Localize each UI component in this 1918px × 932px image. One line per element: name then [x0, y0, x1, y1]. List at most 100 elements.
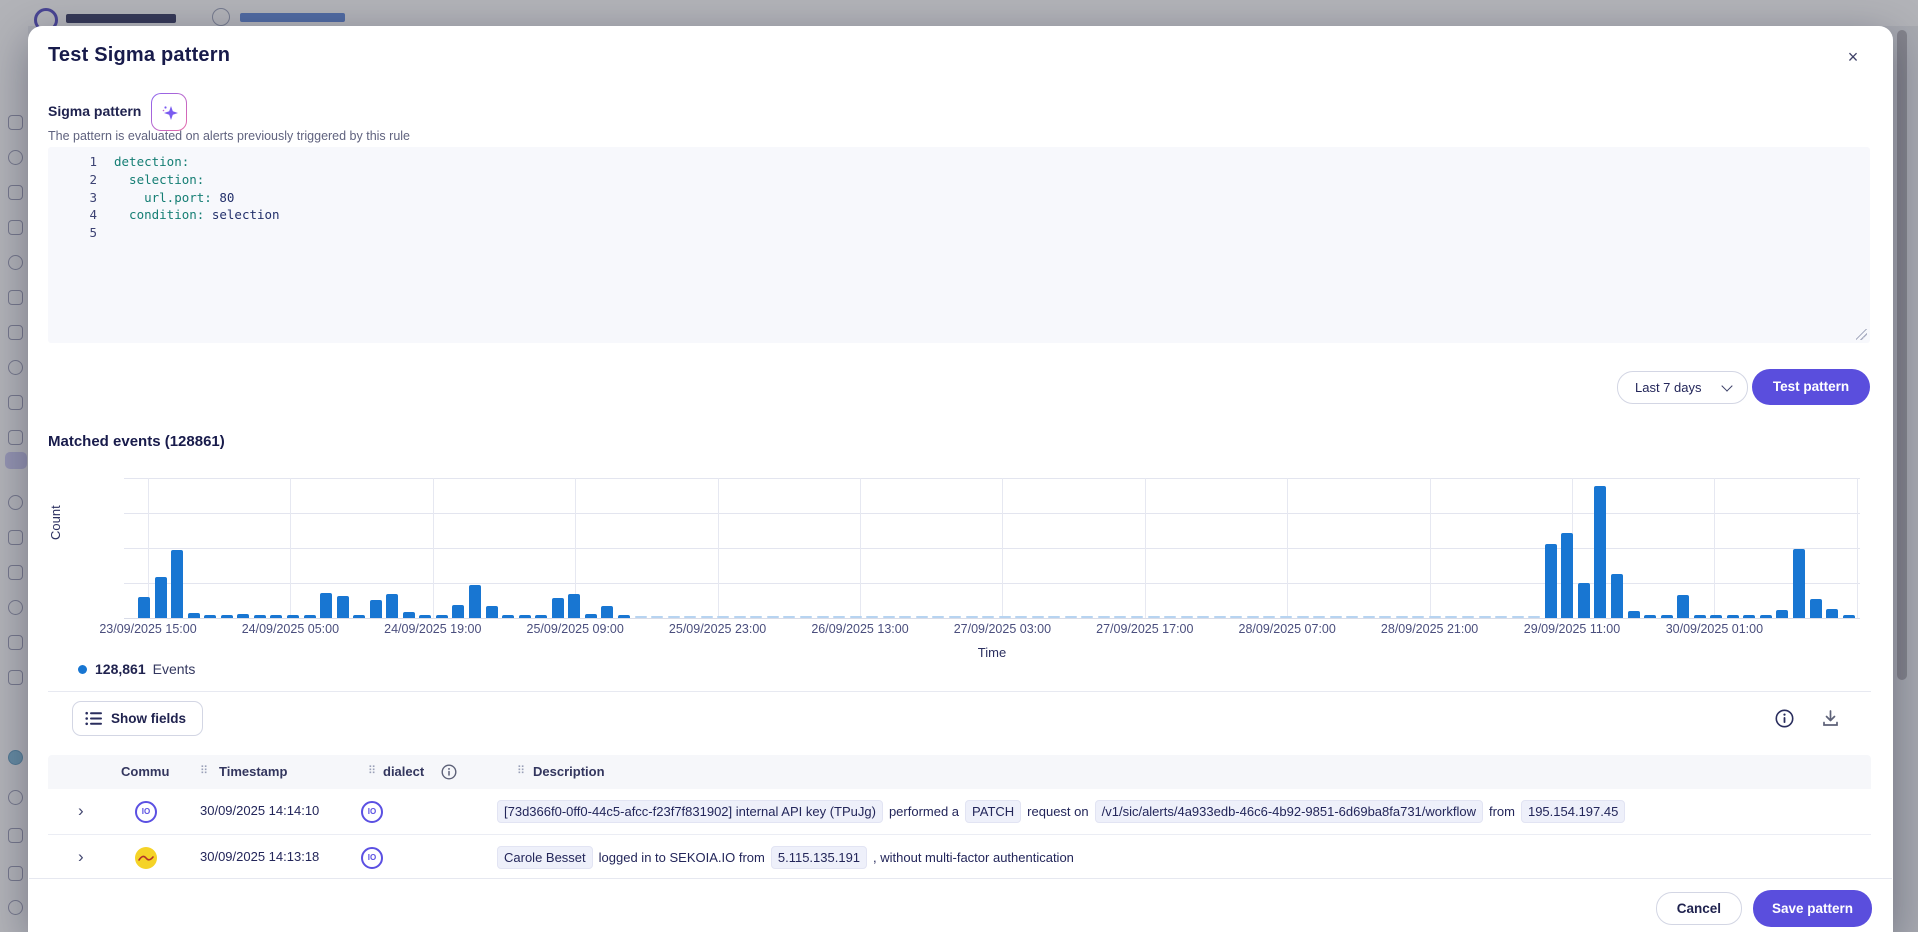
description-text: , without multi-factor authentication — [873, 850, 1074, 865]
sekoia-io-logo-icon: IO — [361, 801, 383, 823]
chart-bar — [1594, 486, 1606, 618]
chart-bar — [1164, 616, 1176, 619]
y-axis-label: Count — [48, 505, 63, 540]
close-icon[interactable]: × — [1841, 45, 1865, 69]
download-button[interactable] — [1821, 709, 1841, 729]
chart-bar — [270, 615, 282, 618]
chart-bar — [1396, 616, 1408, 619]
chart-bar — [635, 616, 647, 619]
chart-bar — [1412, 616, 1424, 619]
chart-bar — [1561, 533, 1573, 618]
chart-bar — [535, 615, 547, 618]
chart-bar — [1032, 616, 1044, 619]
matched-events-table: Commu ⠿ Timestamp ⠿ dialect ⠿ Descriptio… — [48, 755, 1871, 878]
column-header-timestamp: Timestamp — [219, 764, 287, 779]
chart-bar — [1611, 574, 1623, 618]
x-tick-label: 23/09/2025 15:00 — [78, 622, 218, 636]
chart-bar — [1628, 611, 1640, 618]
save-pattern-button[interactable]: Save pattern — [1753, 890, 1872, 927]
show-fields-button[interactable]: Show fields — [72, 701, 203, 736]
chart-bar — [386, 594, 398, 619]
description-chip: /v1/sic/alerts/4a933edb-46c6-4b92-9851-6… — [1095, 800, 1483, 823]
matched-events-heading: Matched events (128861) — [48, 433, 225, 450]
description-text: request on — [1027, 804, 1088, 819]
chart-bar — [436, 615, 448, 619]
chart-bar — [337, 596, 349, 618]
chart-bar — [1313, 616, 1325, 619]
sparkle-icon — [159, 102, 181, 124]
expand-chevron-icon[interactable]: › — [78, 846, 84, 868]
chart-bar — [1247, 616, 1259, 619]
chart-bar — [486, 606, 498, 618]
dialect-info-icon[interactable] — [441, 764, 457, 780]
x-tick-label: 27/09/2025 17:00 — [1075, 622, 1215, 636]
description-text: performed a — [889, 804, 959, 819]
chart-bar — [370, 600, 382, 618]
code-line: 2 selection: — [48, 171, 1870, 189]
description-chip: Carole Besset — [497, 846, 593, 869]
table-row[interactable]: ›30/09/2025 14:13:18IOCarole Bessetlogge… — [48, 835, 1871, 878]
x-tick-label: 30/09/2025 01:00 — [1644, 622, 1784, 636]
chart-bar — [1230, 616, 1242, 619]
chart-bar — [1263, 616, 1275, 619]
chart-bar — [204, 615, 216, 618]
chart-bar — [1429, 616, 1441, 619]
chart-bar — [899, 616, 911, 619]
x-tick-label: 24/09/2025 19:00 — [363, 622, 503, 636]
info-circle-icon — [1775, 709, 1794, 728]
events-bar-chart — [124, 478, 1860, 618]
table-header-row: Commu ⠿ Timestamp ⠿ dialect ⠿ Descriptio… — [48, 755, 1871, 789]
page-scrollbar[interactable] — [1897, 30, 1907, 680]
chart-bar — [1462, 616, 1474, 619]
x-tick-label: 28/09/2025 21:00 — [1360, 622, 1500, 636]
chart-legend[interactable]: 128,861 Events — [78, 661, 195, 677]
chart-bar — [1843, 615, 1855, 618]
chart-bar — [883, 616, 895, 619]
chart-bar — [1826, 609, 1838, 618]
description-chip: 5.115.135.191 — [771, 846, 867, 869]
chart-bar — [916, 616, 928, 619]
show-fields-label: Show fields — [111, 711, 186, 726]
cancel-button[interactable]: Cancel — [1656, 892, 1742, 925]
pattern-helper-text: The pattern is evaluated on alerts previ… — [48, 129, 410, 143]
description-text: logged in to SEKOIA.IO from — [599, 850, 765, 865]
description-chip: [73d366f0-0ff0-44c5-afcc-f23f7f831902] i… — [497, 800, 883, 823]
x-tick-label: 28/09/2025 07:00 — [1217, 622, 1357, 636]
drag-handle-icon[interactable]: ⠿ — [200, 764, 207, 777]
chart-bar — [684, 616, 696, 619]
info-button[interactable] — [1775, 709, 1795, 729]
chart-bar — [767, 616, 779, 619]
chart-bar — [1710, 615, 1722, 618]
chart-bar — [1131, 616, 1143, 619]
ai-assistant-button[interactable] — [151, 93, 187, 131]
chart-bar — [1065, 616, 1077, 619]
drag-handle-icon[interactable]: ⠿ — [368, 764, 375, 777]
chart-bar — [403, 612, 415, 618]
column-header-community: Commu — [121, 764, 169, 779]
expand-chevron-icon[interactable]: › — [78, 800, 84, 822]
column-header-description: Description — [533, 764, 605, 779]
chart-bar — [701, 616, 713, 619]
chart-bar — [502, 615, 514, 618]
drag-handle-icon[interactable]: ⠿ — [517, 764, 524, 777]
chart-bar — [585, 614, 597, 618]
chart-bar — [138, 597, 150, 618]
list-icon — [85, 711, 102, 726]
code-line: 3 url.port: 80 — [48, 189, 1870, 207]
time-range-select[interactable]: Last 7 days — [1617, 371, 1748, 404]
test-pattern-button[interactable]: Test pattern — [1752, 369, 1870, 405]
chart-bar — [783, 616, 795, 619]
description-text: from — [1489, 804, 1515, 819]
chart-bar — [800, 616, 812, 619]
chart-bar — [734, 616, 746, 619]
sigma-pattern-code-editor[interactable]: 1detection:2 selection:3 url.port: 804 c… — [48, 147, 1870, 343]
download-icon — [1821, 709, 1840, 728]
resize-handle[interactable] — [1856, 329, 1867, 340]
legend-series-label: Events — [153, 661, 196, 677]
x-tick-label: 24/09/2025 05:00 — [220, 622, 360, 636]
table-row[interactable]: ›IO30/09/2025 14:14:10IO[73d366f0-0ff0-4… — [48, 789, 1871, 835]
chart-bar — [932, 616, 944, 619]
chart-bar — [304, 615, 316, 618]
chart-bar — [750, 616, 762, 619]
chart-bar — [618, 615, 630, 618]
